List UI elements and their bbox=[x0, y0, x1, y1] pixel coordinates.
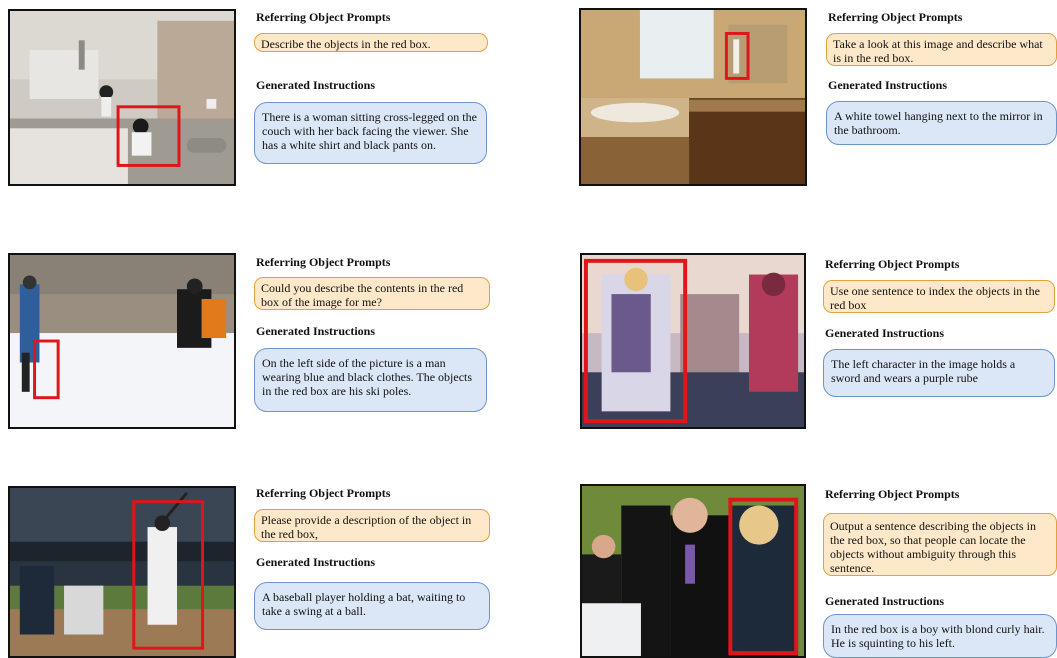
instruction-heading: Generated Instructions bbox=[825, 594, 944, 608]
instruction-bubble: On the left side of the picture is a man… bbox=[254, 348, 487, 412]
prompt-heading: Referring Object Prompts bbox=[256, 255, 391, 269]
example-photo-group-people bbox=[580, 484, 806, 658]
prompt-bubble: Please provide a description of the obje… bbox=[254, 509, 490, 542]
instruction-heading: Generated Instructions bbox=[825, 326, 944, 340]
example-photo-living-room bbox=[8, 9, 236, 186]
instruction-heading: Generated Instructions bbox=[256, 324, 375, 338]
example-photo-game-characters bbox=[580, 253, 806, 429]
instruction-bubble: The left character in the image holds a … bbox=[823, 349, 1055, 397]
example-photo-baseball bbox=[8, 486, 236, 658]
prompt-bubble: Use one sentence to index the objects in… bbox=[823, 280, 1055, 313]
prompt-bubble: Could you describe the contents in the r… bbox=[254, 277, 490, 310]
instruction-heading: Generated Instructions bbox=[828, 78, 947, 92]
instruction-bubble: There is a woman sitting cross-legged on… bbox=[254, 102, 487, 164]
prompt-heading: Referring Object Prompts bbox=[256, 486, 391, 500]
prompt-heading: Referring Object Prompts bbox=[825, 487, 960, 501]
instruction-heading: Generated Instructions bbox=[256, 78, 375, 92]
instruction-bubble: A white towel hanging next to the mirror… bbox=[826, 101, 1057, 145]
instruction-heading: Generated Instructions bbox=[256, 555, 375, 569]
prompt-heading: Referring Object Prompts bbox=[828, 10, 963, 24]
prompt-heading: Referring Object Prompts bbox=[825, 257, 960, 271]
instruction-bubble: In the red box is a boy with blond curly… bbox=[823, 614, 1057, 658]
prompt-bubble: Output a sentence describing the objects… bbox=[823, 513, 1057, 576]
example-photo-bathroom bbox=[579, 8, 807, 186]
prompt-bubble: Describe the objects in the red box. bbox=[254, 33, 488, 52]
prompt-bubble: Take a look at this image and describe w… bbox=[826, 33, 1057, 66]
instruction-bubble: A baseball player holding a bat, waiting… bbox=[254, 582, 490, 630]
prompt-heading: Referring Object Prompts bbox=[256, 10, 391, 24]
example-photo-ski-slope bbox=[8, 253, 236, 429]
